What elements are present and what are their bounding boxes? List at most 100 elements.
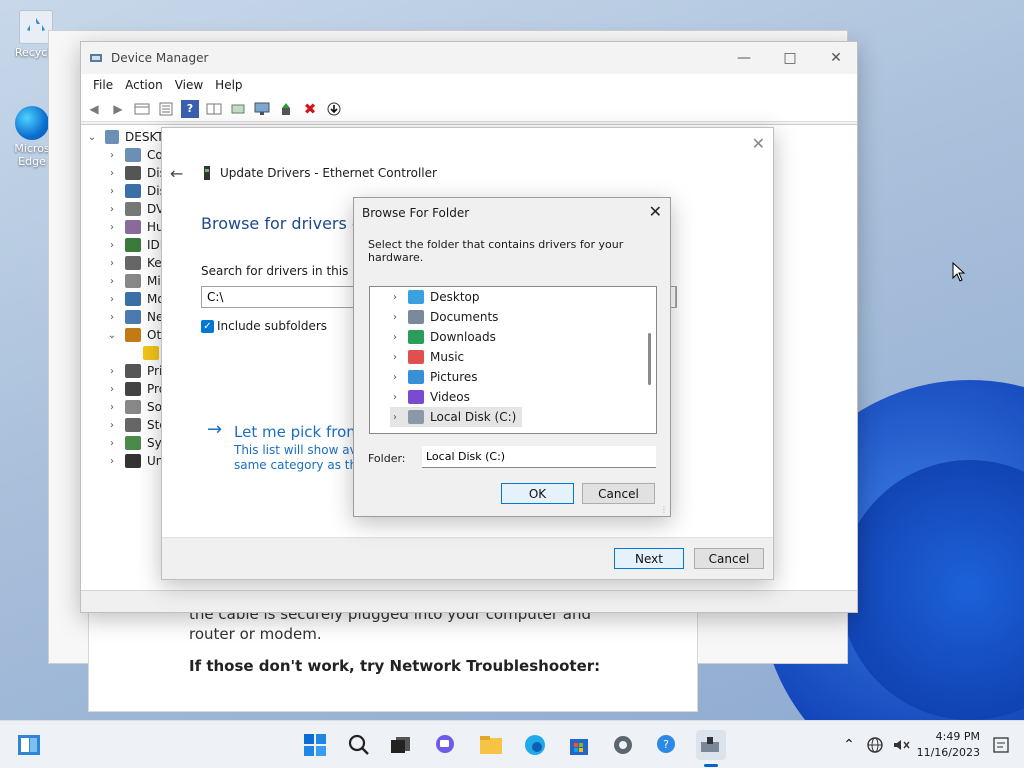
chat-icon[interactable] (430, 730, 460, 760)
device-manager-taskbar-icon[interactable] (696, 730, 726, 760)
chevron-right-icon[interactable]: › (390, 352, 400, 363)
device-category-icon (125, 418, 141, 432)
folder-tree-scrollbar[interactable] (648, 333, 651, 385)
clock[interactable]: 4:49 PM 11/16/2023 (917, 729, 980, 761)
maximize-button[interactable]: □ (767, 42, 813, 74)
close-icon[interactable]: ✕ (649, 202, 662, 221)
chevron-right-icon[interactable]: › (107, 312, 117, 323)
back-arrow-icon[interactable]: ◀ (85, 100, 103, 118)
chevron-right-icon[interactable]: › (107, 204, 117, 215)
uninstall-icon[interactable]: ✖ (301, 100, 319, 118)
pick-link[interactable]: Let me pick from (234, 423, 361, 441)
search-icon[interactable] (344, 730, 374, 760)
close-icon[interactable]: ✕ (752, 134, 765, 153)
cancel-button[interactable]: Cancel (582, 483, 655, 504)
folder-item[interactable]: › Downloads (390, 327, 496, 347)
tree-item[interactable]: › Net (107, 308, 168, 326)
menu-help[interactable]: Help (209, 78, 248, 92)
store-icon[interactable] (564, 730, 594, 760)
menu-file[interactable]: File (87, 78, 119, 92)
notification-icon[interactable] (986, 730, 1016, 760)
chevron-right-icon[interactable]: › (107, 168, 117, 179)
tree-item[interactable]: › Pro (107, 380, 166, 398)
folder-item-label: Music (430, 350, 465, 364)
properties-icon[interactable] (133, 100, 151, 118)
tree-item[interactable]: › Uni (107, 452, 167, 470)
chevron-right-icon[interactable]: › (107, 438, 117, 449)
chevron-right-icon[interactable]: › (107, 294, 117, 305)
chevron-right-icon[interactable]: › (107, 366, 117, 377)
browse-for-folder-dialog: Browse For Folder ✕ Select the folder th… (353, 197, 671, 517)
task-view-icon[interactable] (386, 730, 416, 760)
svg-text:?: ? (663, 738, 669, 751)
resize-grip[interactable]: ⋮ (660, 505, 668, 514)
chevron-right-icon[interactable]: › (107, 420, 117, 431)
tree-item[interactable]: › IDE (107, 236, 167, 254)
chevron-right-icon[interactable]: › (107, 222, 117, 233)
folder-item[interactable]: › Music (390, 347, 464, 367)
view-icon[interactable] (205, 100, 223, 118)
scan-hardware-icon[interactable] (229, 100, 247, 118)
get-help-icon[interactable]: ? (652, 730, 682, 760)
device-category-icon (125, 166, 141, 180)
next-button[interactable]: Next (614, 548, 684, 569)
chevron-down-icon[interactable]: ⌄ (107, 330, 117, 341)
tree-item[interactable]: › Mo (107, 290, 165, 308)
chevron-right-icon[interactable]: › (107, 384, 117, 395)
edge-icon[interactable] (520, 730, 550, 760)
chevron-right-icon[interactable]: › (107, 276, 117, 287)
speaker-muted-icon[interactable] (886, 730, 916, 760)
tree-item[interactable]: ⌄ Oth (107, 326, 169, 344)
chevron-down-icon[interactable]: ⌄ (87, 132, 97, 143)
status-bar (81, 590, 857, 612)
tree-item[interactable]: › Cor (107, 146, 168, 164)
chevron-right-icon[interactable]: › (390, 392, 400, 403)
ok-button[interactable]: OK (501, 483, 574, 504)
folder-item[interactable]: › Documents (390, 307, 498, 327)
device-category-icon (125, 328, 141, 342)
monitor-icon[interactable] (253, 100, 271, 118)
chevron-right-icon[interactable]: › (390, 412, 400, 423)
download-icon[interactable] (325, 100, 343, 118)
chevron-right-icon[interactable]: › (107, 402, 117, 413)
folder-item[interactable]: › Pictures (390, 367, 478, 387)
network-adapter-icon (204, 166, 210, 180)
folder-input[interactable] (422, 446, 656, 468)
settings-gear-icon[interactable] (608, 730, 638, 760)
tree-item[interactable]: › Key (107, 254, 169, 272)
arrow-right-icon[interactable]: → (207, 419, 222, 440)
chevron-right-icon[interactable]: › (107, 456, 117, 467)
details-icon[interactable] (157, 100, 175, 118)
close-button[interactable]: ✕ (813, 42, 859, 74)
help-icon[interactable]: ? (181, 99, 199, 118)
chevron-right-icon[interactable]: › (107, 186, 117, 197)
menu-view[interactable]: View (169, 78, 209, 92)
menu-bar: File Action View Help (81, 74, 857, 96)
back-arrow-icon[interactable]: ← (170, 164, 183, 183)
folder-item[interactable]: › Videos (390, 387, 470, 407)
folder-item[interactable]: › Local Disk (C:) (390, 407, 523, 427)
forward-arrow-icon[interactable]: ▶ (109, 100, 127, 118)
device-category-icon (125, 220, 141, 234)
minimize-button[interactable]: — (721, 42, 767, 74)
chevron-right-icon[interactable]: › (107, 150, 117, 161)
start-icon[interactable] (300, 730, 330, 760)
cancel-button[interactable]: Cancel (694, 548, 764, 569)
chevron-right-icon[interactable]: › (390, 332, 400, 343)
device-category-icon (125, 310, 141, 324)
update-driver-icon[interactable] (277, 100, 295, 118)
chevron-right-icon[interactable]: › (107, 258, 117, 269)
chevron-right-icon[interactable]: › (390, 312, 400, 323)
menu-action[interactable]: Action (119, 78, 169, 92)
folder-item[interactable]: › Desktop (390, 287, 480, 307)
folder-tree: › Desktop › Documents › Downloads › Music › Pictu… (369, 286, 657, 434)
chevron-right-icon[interactable]: › (390, 292, 400, 303)
widgets-icon[interactable] (14, 730, 44, 760)
file-explorer-icon[interactable] (476, 730, 506, 760)
include-subfolders-checkbox[interactable]: ✓ (201, 320, 214, 333)
clock-date: 11/16/2023 (916, 746, 980, 759)
chevron-right-icon[interactable]: › (107, 240, 117, 251)
device-manager-title: Device Manager (111, 51, 209, 65)
tree-item[interactable]: › Mic (107, 272, 167, 290)
chevron-right-icon[interactable]: › (390, 372, 400, 383)
